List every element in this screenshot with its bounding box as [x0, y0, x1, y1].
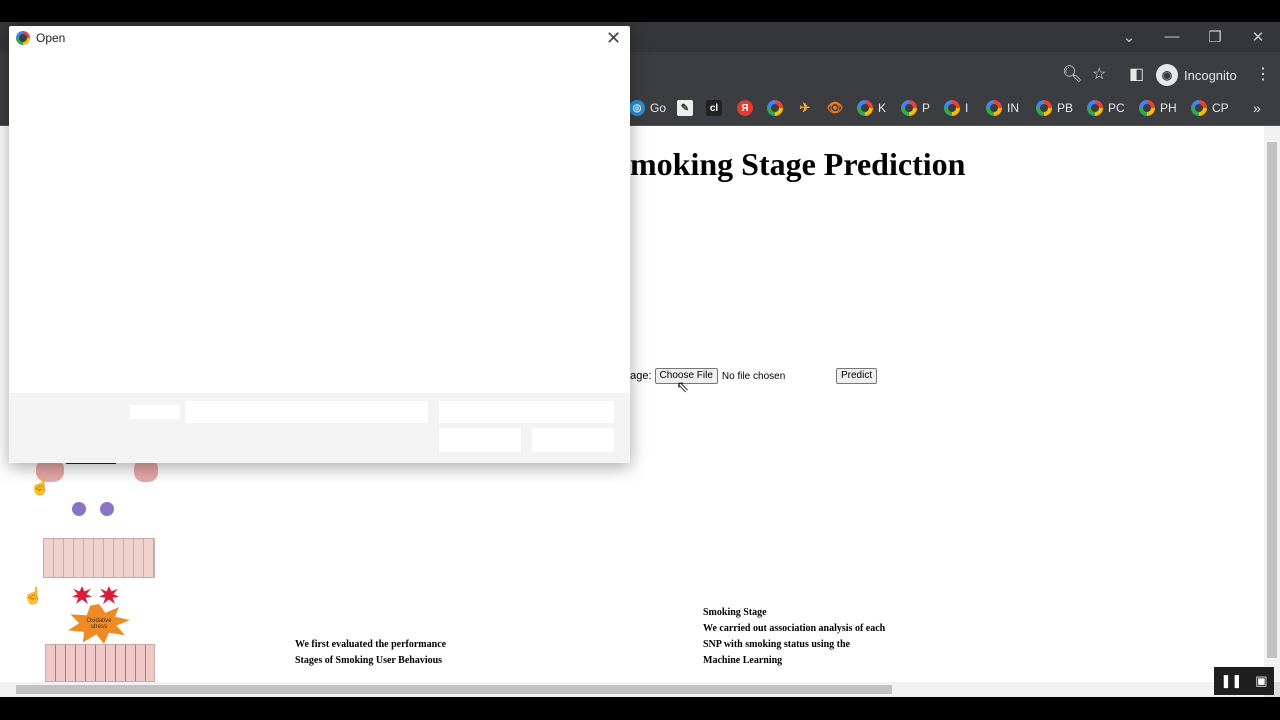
hand-cursor-icon: ☝	[30, 479, 50, 496]
bookmark-p[interactable]: P	[901, 99, 930, 117]
vertical-scroll-thumb[interactable]	[1267, 142, 1277, 658]
globe-icon: ◎	[629, 100, 645, 116]
zoom-icon[interactable]: 🔍︎	[1062, 64, 1082, 84]
menu-kebab-icon[interactable]: ⋮	[1255, 64, 1271, 84]
google-icon	[1087, 100, 1103, 116]
mouse-pointer-icon: ⇖	[676, 379, 690, 396]
video-overlay-controls: ❚❚ ▣	[1214, 667, 1274, 695]
bookmark-in[interactable]: IN	[986, 99, 1019, 117]
yandex-icon: Я	[737, 100, 753, 116]
cl-icon: cl	[706, 100, 722, 116]
bookmark-go[interactable]: ◎ Go	[629, 99, 666, 117]
bookmark-yandex[interactable]: Я	[737, 99, 753, 117]
bookmark-star-icon[interactable]: ☆	[1092, 64, 1106, 84]
immune-cell-icon	[100, 502, 114, 516]
google-icon	[1191, 100, 1207, 116]
google-icon	[944, 100, 960, 116]
bookmark-ph[interactable]: PH	[1139, 99, 1177, 117]
file-status: No file chosen	[721, 370, 786, 382]
google-icon	[857, 100, 873, 116]
file-name-input[interactable]	[185, 401, 428, 423]
incognito-label: Incognito	[1184, 67, 1237, 83]
bookmark-cp[interactable]: CP	[1191, 99, 1229, 117]
more-bookmarks-icon[interactable]: »	[1253, 99, 1261, 117]
chrome-logo-icon	[16, 31, 30, 45]
eye-icon: 👁︎	[826, 100, 844, 115]
bookmark-pen[interactable]: ✎	[677, 99, 693, 117]
epithelium-illustration	[43, 538, 155, 578]
plane-icon: ✈	[799, 100, 811, 115]
google-icon	[1036, 100, 1052, 116]
incognito-indicator[interactable]: ◉ Incognito	[1156, 63, 1237, 87]
minimize-button[interactable]: —	[1157, 28, 1187, 45]
bookmark-pb[interactable]: PB	[1036, 99, 1073, 117]
picture-in-picture-icon[interactable]: ▣	[1255, 673, 1267, 689]
bookmark-plane[interactable]: ✈	[797, 99, 813, 117]
upload-form: nage: Choose File No file chosen	[624, 368, 785, 384]
google-icon	[1139, 100, 1155, 116]
bookmark-k[interactable]: K	[857, 99, 886, 117]
incognito-icon: ◉	[1156, 64, 1178, 86]
cancel-button[interactable]	[532, 428, 614, 452]
file-type-select[interactable]	[439, 401, 614, 423]
hand-cursor-icon: ☝	[23, 588, 43, 605]
file-name-label	[130, 405, 180, 419]
tab-search-icon[interactable]: ⌄	[1114, 28, 1144, 46]
google-icon	[901, 100, 917, 116]
google-icon	[986, 100, 1002, 116]
bookmark-cl[interactable]: cl	[706, 99, 722, 117]
predict-button[interactable]: Predict	[836, 368, 878, 384]
left-paragraph: We first evaluated the performance Stage…	[295, 639, 447, 666]
page-title: moking Stage Prediction	[630, 146, 966, 182]
immune-cell-icon	[72, 502, 86, 516]
horizontal-scroll-thumb[interactable]	[16, 685, 892, 694]
google-icon	[767, 100, 783, 116]
bookmark-i[interactable]: I	[944, 99, 968, 117]
damaged-epithelium-illustration	[45, 644, 155, 682]
restore-button[interactable]: ❐	[1200, 28, 1230, 46]
pen-icon: ✎	[677, 100, 693, 116]
close-window-button[interactable]: ✕	[1243, 28, 1273, 46]
dialog-title: Open	[36, 31, 66, 45]
bookmark-pc[interactable]: PC	[1087, 99, 1125, 117]
close-icon[interactable]: ✕	[606, 28, 621, 49]
open-button[interactable]	[439, 428, 521, 452]
pause-icon[interactable]: ❚❚	[1220, 673, 1242, 689]
side-panel-icon[interactable]: ◧	[1129, 64, 1144, 84]
right-paragraph: Smoking Stage We carried out association…	[703, 607, 886, 666]
bookmark-google[interactable]	[767, 99, 783, 117]
bookmark-eye[interactable]: 👁︎	[826, 99, 844, 117]
